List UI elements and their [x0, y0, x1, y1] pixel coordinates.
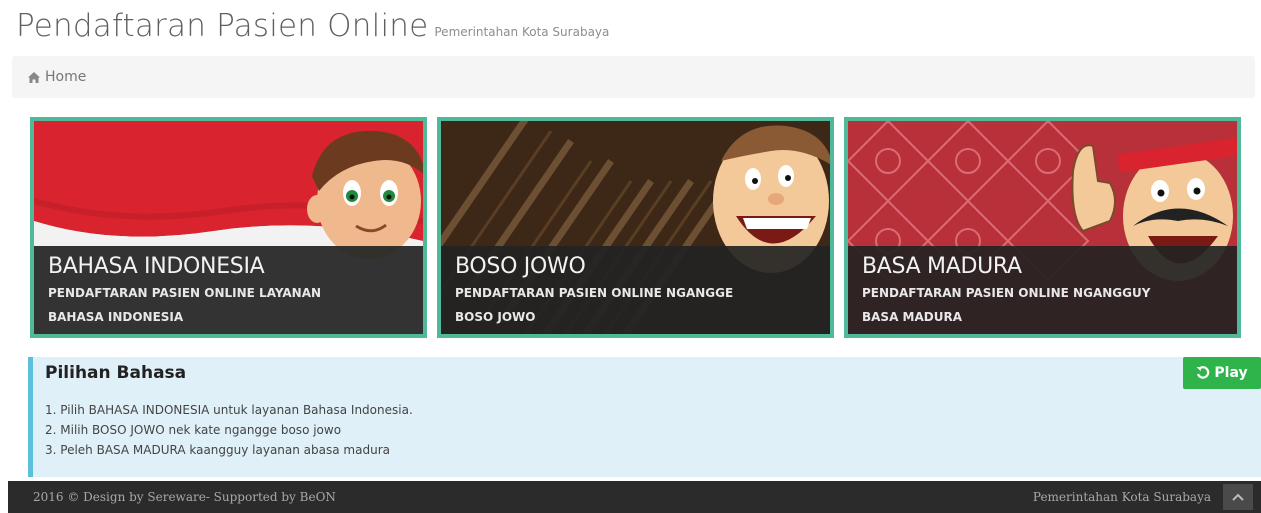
page-title: Pendaftaran Pasien Online — [16, 8, 429, 44]
card-description: PENDAFTARAN PASIEN ONLINE LAYANAN BAHASA… — [48, 281, 409, 329]
footer-credits: 2016 © Design by Sereware- Supported by … — [33, 490, 336, 504]
info-title: Pilihan Bahasa — [45, 363, 187, 383]
language-info-panel: Pilihan Bahasa 1. Pilih BAHASA INDONESIA… — [28, 357, 1261, 477]
card-description-line: BAHASA INDONESIA — [48, 310, 184, 324]
card-description: PENDAFTARAN PASIEN ONLINE NGANGGE BOSO J… — [455, 281, 816, 329]
language-card-madura[interactable]: BASA MADURA PENDAFTARAN PASIEN ONLINE NG… — [844, 117, 1241, 338]
language-cards: BAHASA INDONESIA PENDAFTARAN PASIEN ONLI… — [30, 117, 1241, 338]
breadcrumb-home-link[interactable]: Home — [45, 69, 86, 85]
footer-right: Pemerintahan Kota Surabaya — [1033, 484, 1261, 510]
language-card-indonesia[interactable]: BAHASA INDONESIA PENDAFTARAN PASIEN ONLI… — [30, 117, 427, 338]
chevron-up-icon — [1232, 493, 1244, 501]
page-header: Pendaftaran Pasien Online Pemerintahan K… — [16, 8, 609, 56]
card-caption: BOSO JOWO PENDAFTARAN PASIEN ONLINE NGAN… — [441, 246, 830, 334]
info-step: 3. Peleh BASA MADURA kaangguy layanan ab… — [45, 443, 390, 457]
card-caption: BAHASA INDONESIA PENDAFTARAN PASIEN ONLI… — [34, 246, 423, 334]
card-title: BASA MADURA — [862, 254, 1022, 279]
card-title: BAHASA INDONESIA — [48, 254, 265, 279]
home-icon — [28, 71, 40, 83]
card-description-line: PENDAFTARAN PASIEN ONLINE LAYANAN — [48, 286, 322, 300]
card-description-line: BOSO JOWO — [455, 310, 536, 324]
scroll-top-button[interactable] — [1223, 484, 1253, 510]
info-steps: 1. Pilih BAHASA INDONESIA untuk layanan … — [45, 400, 413, 460]
card-description-line: PENDAFTARAN PASIEN ONLINE NGANGGE — [455, 286, 734, 300]
info-step: 2. Milih BOSO JOWO nek kate ngangge boso… — [45, 423, 342, 437]
info-step: 1. Pilih BAHASA INDONESIA untuk layanan … — [45, 403, 413, 417]
card-description-line: BASA MADURA — [862, 310, 963, 324]
card-caption: BASA MADURA PENDAFTARAN PASIEN ONLINE NG… — [848, 246, 1237, 334]
replay-icon — [1196, 366, 1210, 379]
play-button[interactable]: Play — [1183, 357, 1261, 389]
footer-org: Pemerintahan Kota Surabaya — [1032, 490, 1211, 504]
page-subtitle: Pemerintahan Kota Surabaya — [434, 25, 610, 39]
footer: 2016 © Design by Sereware- Supported by … — [8, 481, 1261, 513]
card-description-line: PENDAFTARAN PASIEN ONLINE NGANGGUY — [862, 286, 1151, 300]
play-button-label: Play — [1214, 365, 1248, 381]
breadcrumb: Home — [12, 56, 1255, 98]
language-card-jowo[interactable]: BOSO JOWO PENDAFTARAN PASIEN ONLINE NGAN… — [437, 117, 834, 338]
card-title: BOSO JOWO — [455, 254, 586, 279]
card-description: PENDAFTARAN PASIEN ONLINE NGANGGUY BASA … — [862, 281, 1223, 329]
